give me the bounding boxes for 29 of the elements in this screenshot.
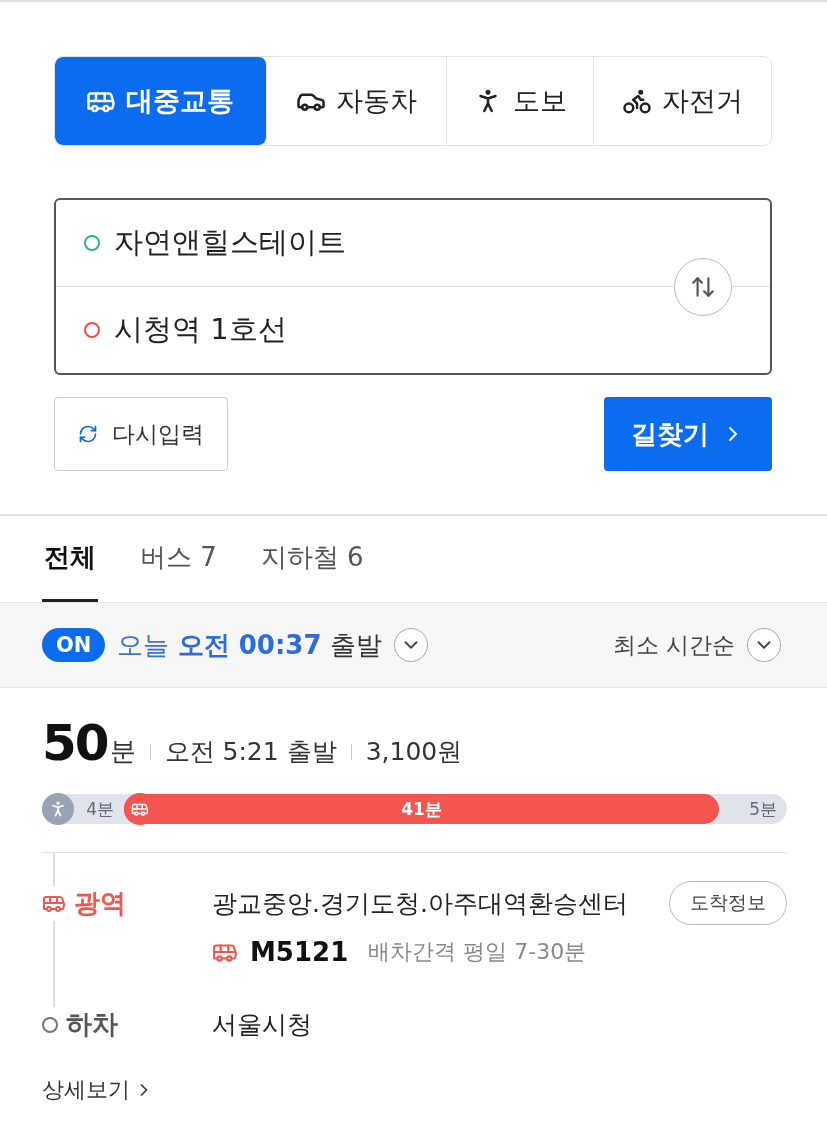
stop-dot-icon (42, 1016, 58, 1033)
time-dropdown-button[interactable] (393, 628, 428, 662)
departure-time: 오늘 오전 00:37 출발 (117, 628, 382, 662)
bus-interval: 배차간격 평일 7-30분 (368, 938, 587, 966)
details-link[interactable]: 상세보기 (42, 1075, 154, 1105)
segment-duration: 4분 (86, 797, 114, 821)
result-tab[interactable]: 버스 7 (138, 516, 219, 602)
bus-number: M5121 (250, 937, 349, 967)
refresh-icon (78, 424, 98, 444)
result-tab[interactable]: 지하철 6 (258, 516, 366, 602)
location-field[interactable]: 시청역 1호선 (114, 310, 287, 350)
segment-duration: 41분 (401, 797, 442, 821)
duration: 50 (42, 714, 108, 772)
sort-dropdown-button[interactable] (747, 628, 781, 662)
reset-button[interactable]: 다시입력 (54, 397, 228, 471)
segment-duration: 5분 (749, 797, 777, 821)
duration-unit: 분 (109, 735, 136, 768)
fare: 3,100원 (365, 736, 463, 768)
location-field[interactable]: 자연앤힐스테이트 (114, 223, 346, 263)
arrival-info-button[interactable]: 도착정보 (669, 881, 787, 925)
departure-info: 오전 5:21 출발 (164, 736, 337, 768)
on-toggle[interactable]: ON (42, 628, 106, 662)
search-button[interactable]: 길찾기 (604, 397, 772, 471)
stop-name: 서울시청 (212, 1009, 313, 1041)
stop-name: 광교중앙.경기도청.아주대역환승센터 (212, 887, 629, 920)
sort-label: 최소 시간순 (612, 630, 735, 660)
walking-person-icon (42, 793, 74, 825)
mode-tab[interactable]: 대중교통 (55, 57, 267, 145)
swap-arrows-icon (690, 274, 716, 300)
